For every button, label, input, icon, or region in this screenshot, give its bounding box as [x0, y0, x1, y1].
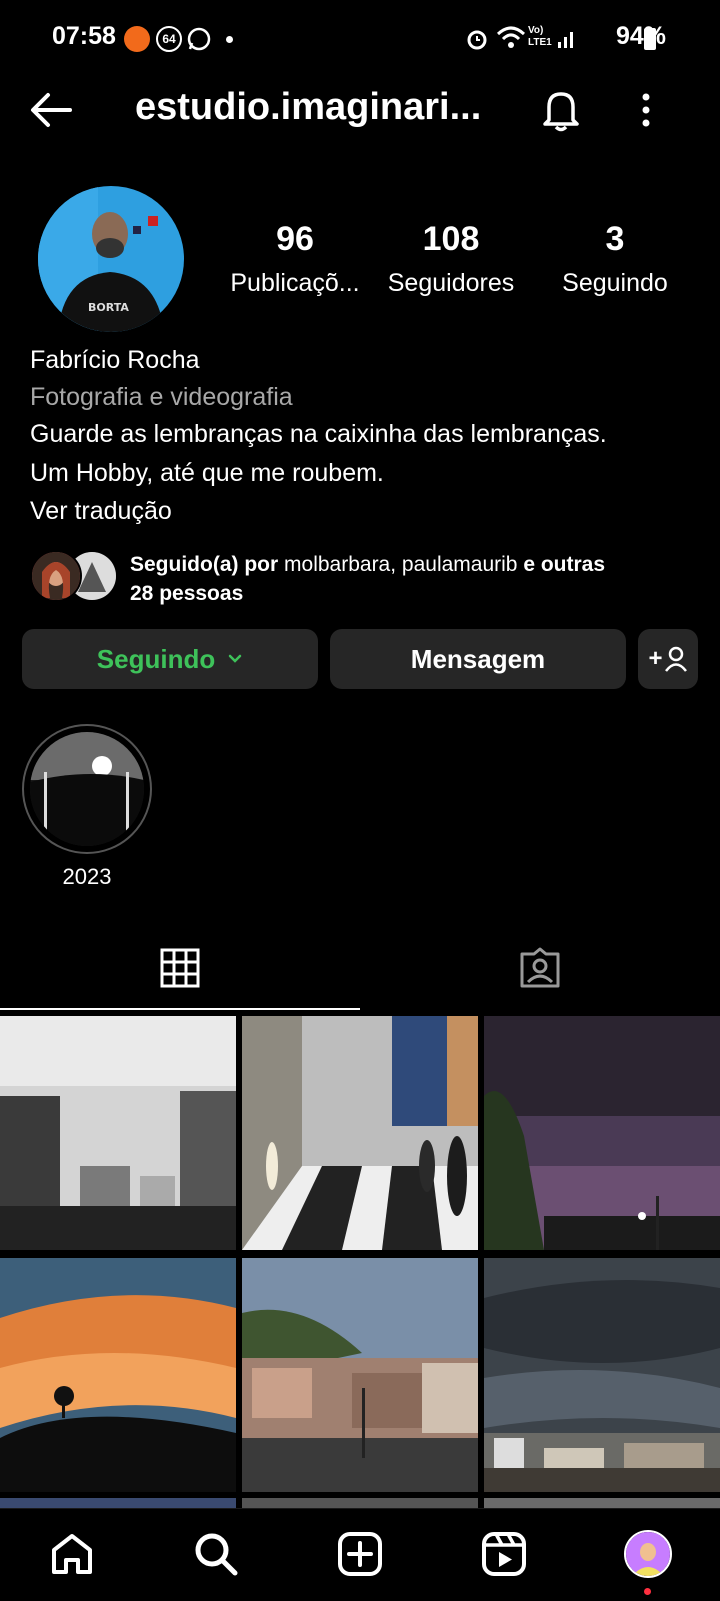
- grid-post[interactable]: [242, 1258, 478, 1492]
- grid-icon[interactable]: [160, 948, 200, 988]
- wifi-icon: [496, 26, 526, 48]
- highlight-cover: [30, 732, 144, 846]
- add-user-icon: [664, 646, 687, 672]
- see-translation-link[interactable]: Ver tradução: [30, 497, 172, 526]
- stat-followers[interactable]: 108 Seguidores: [378, 220, 524, 298]
- grid-post[interactable]: [484, 1258, 720, 1492]
- grid-post-partial[interactable]: [242, 1498, 478, 1508]
- tagged-icon[interactable]: [518, 946, 562, 990]
- more-notifications-dot: [226, 36, 233, 43]
- profile-avatar[interactable]: BORTA: [38, 186, 184, 332]
- grid-post[interactable]: [0, 1258, 236, 1492]
- highlight-label: 2023: [62, 864, 112, 889]
- active-tab-indicator: [0, 1008, 360, 1010]
- bio-line-1: Guarde as lembranças na caixinha das lem…: [30, 420, 607, 448]
- grid-post[interactable]: [484, 1016, 720, 1250]
- story-highlight[interactable]: [22, 724, 152, 854]
- stat-following[interactable]: 3 Seguindo: [540, 220, 690, 298]
- reels-icon[interactable]: [480, 1530, 528, 1578]
- profile-name: Fabrício Rocha: [30, 346, 200, 374]
- notification-badge-icon: 64: [156, 26, 182, 52]
- more-options-icon[interactable]: [636, 92, 656, 128]
- create-post-icon[interactable]: [336, 1530, 384, 1578]
- chevron-down-icon: [228, 654, 242, 663]
- status-time: 07:58: [52, 22, 116, 50]
- network-type: Vo) LTE1: [528, 25, 552, 48]
- svg-text:BORTA: BORTA: [88, 301, 129, 314]
- battery-percent: 94%: [615, 22, 666, 50]
- grid-post-partial[interactable]: [0, 1498, 236, 1508]
- profile-tab-avatar[interactable]: [624, 1530, 672, 1578]
- profile-category: Fotografia e videografia: [30, 383, 293, 411]
- followed-by-text[interactable]: Seguido(a) por molbarbara, paulamaurib e…: [130, 550, 690, 608]
- bio-line-2: Um Hobby, até que me roubem.: [30, 459, 384, 487]
- grid-post-partial[interactable]: [484, 1498, 720, 1508]
- back-arrow-icon[interactable]: [28, 90, 74, 130]
- grid-post[interactable]: [0, 1016, 236, 1250]
- status-bar: 07:58 64 Vo) LTE1 94%: [0, 0, 720, 80]
- search-icon[interactable]: [192, 1530, 240, 1578]
- bell-icon[interactable]: [540, 88, 582, 132]
- battery-icon: [644, 28, 656, 50]
- profile-notification-dot: [644, 1588, 651, 1595]
- following-button[interactable]: Seguindo: [22, 629, 318, 689]
- notification-app-icon: [124, 26, 150, 52]
- mutual-follower-avatar: [30, 550, 82, 602]
- mutual-followers-avatars[interactable]: [30, 550, 118, 602]
- profile-username: estudio.imaginari...: [135, 86, 482, 128]
- grid-post[interactable]: [242, 1016, 478, 1250]
- signal-icon: [558, 32, 573, 48]
- message-button[interactable]: Mensagem: [330, 629, 626, 689]
- whatsapp-icon: [187, 27, 211, 51]
- home-icon[interactable]: [48, 1530, 96, 1578]
- suggested-users-button[interactable]: +: [638, 629, 698, 689]
- stat-posts[interactable]: 96 Publicaçõ...: [222, 220, 368, 298]
- alarm-icon: [467, 30, 487, 50]
